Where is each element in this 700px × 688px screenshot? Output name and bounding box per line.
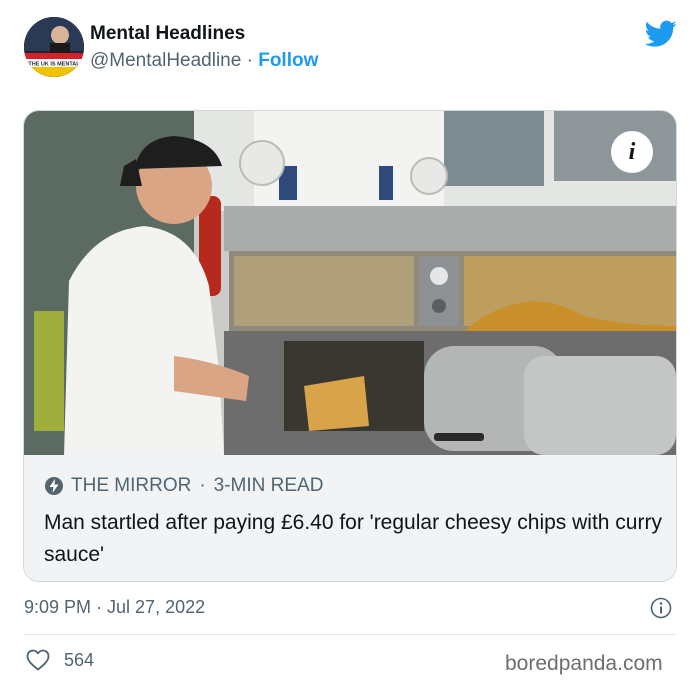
divider (24, 634, 676, 635)
avatar-text: THE UK IS MENTAL (28, 62, 80, 68)
like-count: 564 (64, 649, 95, 670)
follow-button[interactable]: Follow (258, 50, 318, 71)
bolt-icon (45, 477, 63, 495)
watermark: boredpanda.com (505, 652, 663, 675)
twitter-bird-icon[interactable] (645, 20, 677, 48)
card-source-row: THE MIRROR · 3-MIN READ (44, 475, 323, 497)
card-meta[interactable]: THE MIRROR · 3-MIN READ Man startled aft… (24, 455, 676, 581)
article-image (24, 111, 676, 455)
author-name[interactable]: Mental Headlines (90, 23, 245, 45)
heart-icon[interactable] (26, 649, 50, 671)
avatar-image: THE UK IS MENTAL (24, 17, 84, 77)
tweet-timestamp[interactable]: 9:09 PM · Jul 27, 2022 (24, 597, 205, 618)
card-source: THE MIRROR (71, 475, 192, 496)
info-icon[interactable] (650, 597, 672, 619)
link-card[interactable]: i THE MIRROR · 3-MIN READ Man startled a… (23, 110, 677, 582)
like-action[interactable]: 564 (26, 649, 94, 671)
card-read-time: 3-MIN READ (213, 475, 324, 496)
card-source-separator: · (199, 475, 206, 496)
handle-row: @MentalHeadline · Follow (90, 50, 318, 72)
author-handle[interactable]: @MentalHeadline (90, 50, 241, 71)
image-info-icon[interactable]: i (611, 131, 653, 173)
avatar[interactable]: THE UK IS MENTAL (24, 17, 84, 77)
handle-separator: · (246, 50, 253, 71)
card-headline[interactable]: Man startled after paying £6.40 for 'reg… (44, 507, 664, 571)
